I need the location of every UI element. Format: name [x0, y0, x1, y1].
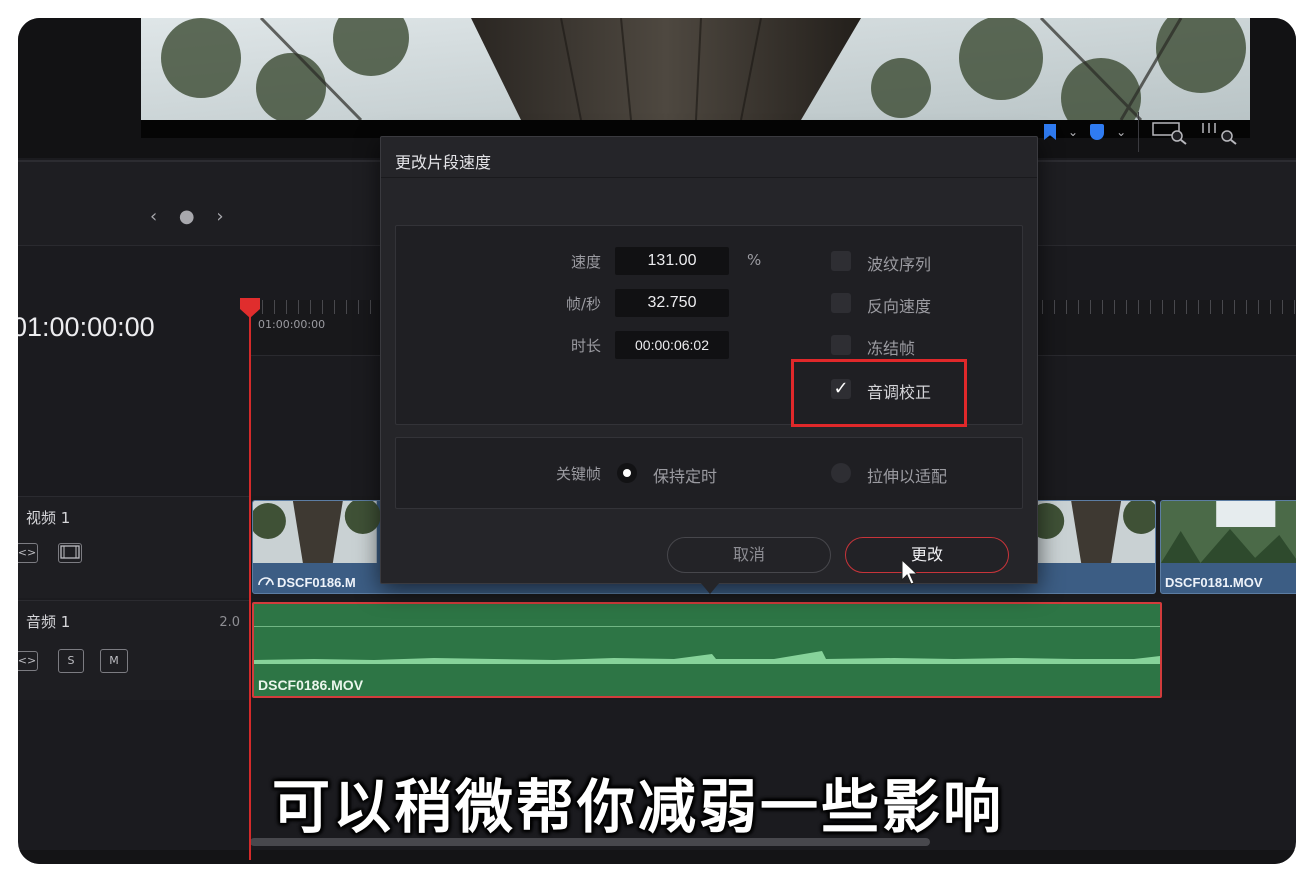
stretch-to-fit-radio[interactable] — [831, 463, 851, 483]
video-clip-name: DSCF0181.MOV — [1165, 575, 1263, 590]
freeze-frame-checkbox[interactable] — [831, 335, 851, 355]
film-strip-icon[interactable] — [58, 543, 82, 563]
duration-input[interactable]: 00:00:06:02 — [615, 331, 729, 359]
marker-icon[interactable] — [1090, 124, 1105, 140]
fps-label: 帧/秒 — [565, 295, 601, 313]
solo-button[interactable]: S — [58, 649, 84, 673]
speed-input[interactable]: 131.00 — [615, 247, 729, 275]
bottom-page-bar — [18, 850, 1296, 864]
fps-input[interactable]: 32.750 — [615, 289, 729, 317]
mouse-cursor-icon — [901, 558, 919, 585]
dialog-title: 更改片段速度 — [395, 153, 492, 172]
flag-icon[interactable] — [1044, 124, 1056, 140]
change-button[interactable]: 更改 — [845, 537, 1009, 573]
speed-unit: % — [747, 251, 762, 269]
red-highlight-annotation — [791, 359, 967, 427]
reverse-speed-checkbox[interactable] — [831, 293, 851, 313]
audio-track-header: 音频 1 2.0 <> S M — [18, 600, 250, 700]
zoom-full-icon[interactable] — [1151, 119, 1189, 145]
audio-waveform — [254, 651, 1160, 664]
track-lock-icon[interactable]: <> — [18, 543, 38, 563]
toolbar-divider — [1138, 112, 1140, 152]
ripple-sequence-checkbox[interactable] — [831, 251, 851, 271]
stretch-to-fit-label: 拉伸以适配 — [867, 467, 948, 486]
video-subtitle: 可以稍微帮你减弱一些影响 — [271, 773, 1004, 841]
mute-button[interactable]: M — [100, 649, 128, 673]
audio-level-line — [254, 626, 1160, 627]
chevron-down-icon[interactable]: ⌄ — [1068, 125, 1078, 139]
timeline-toolbar-right: ⌄ ⌄ — [1044, 112, 1239, 152]
video-clip[interactable]: DSCF0181.MOV — [1160, 500, 1296, 594]
speed-gauge-icon — [257, 573, 277, 590]
video-clip-name: DSCF0186.M — [257, 573, 356, 590]
speed-label: 速度 — [570, 253, 601, 271]
clip-thumbnail — [1161, 501, 1296, 563]
timeline-nav-arrows[interactable]: ‹ ● › — [150, 206, 232, 227]
video-track-name: 视频 1 — [26, 509, 71, 527]
duration-label: 时长 — [570, 337, 601, 355]
ripple-sequence-label: 波纹序列 — [867, 255, 932, 274]
audio-clip-name: DSCF0186.MOV — [258, 677, 364, 693]
keep-timing-label: 保持定时 — [653, 467, 718, 486]
change-clip-speed-dialog: 更改片段速度 速度 131.00 % 帧/秒 32.750 时长 00:00:0… — [380, 136, 1038, 584]
ruler-timecode-label: 01:00:00:00 — [258, 318, 326, 331]
audio-track-name: 音频 1 — [26, 613, 71, 631]
dialog-divider — [381, 177, 1037, 178]
freeze-frame-label: 冻结帧 — [867, 339, 916, 358]
audio-track-level: 2.0 — [219, 615, 240, 630]
app-window: ‹ ● › ⌄ ⌄ 01:00:00:00 01:00:00:00 视频 1 <… — [18, 18, 1296, 864]
zoom-detail-icon[interactable] — [1201, 119, 1239, 145]
reverse-speed-label: 反向速度 — [867, 297, 932, 316]
chevron-down-icon[interactable]: ⌄ — [1116, 125, 1126, 139]
audio-clip[interactable]: DSCF0186.MOV — [252, 602, 1162, 698]
viewer-frame-image — [141, 18, 1250, 120]
keyframe-label: 关键帧 — [555, 465, 601, 483]
keep-timing-radio[interactable] — [617, 463, 637, 483]
video-track-header: 视频 1 <> — [18, 496, 250, 598]
timeline-timecode[interactable]: 01:00:00:00 — [18, 312, 155, 343]
track-lock-icon[interactable]: <> — [18, 651, 38, 671]
cancel-button[interactable]: 取消 — [667, 537, 831, 573]
